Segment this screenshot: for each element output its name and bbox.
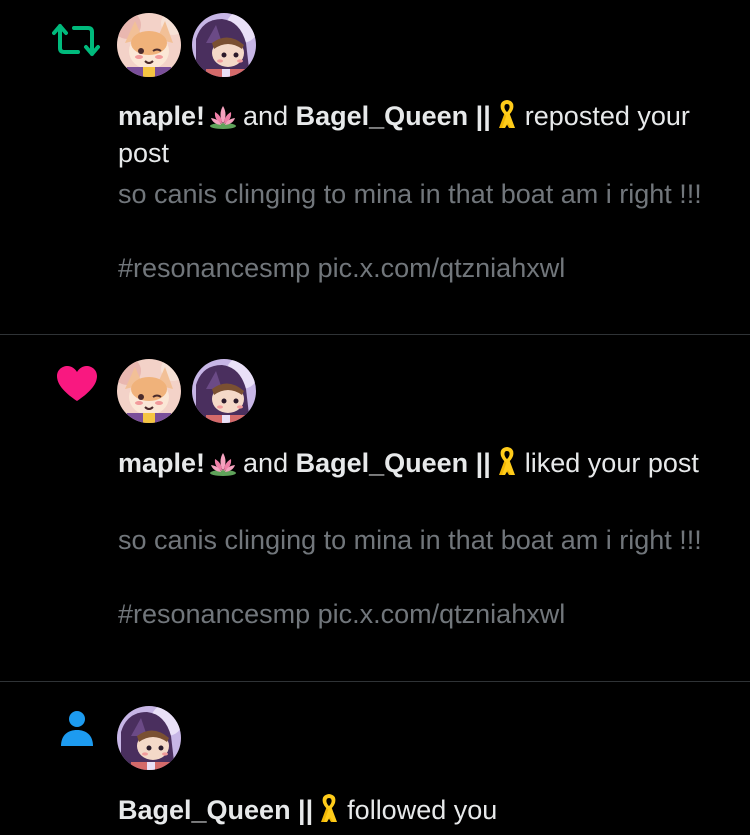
maple-avatar[interactable] xyxy=(117,13,181,77)
connector-text: and xyxy=(243,101,289,131)
maple-avatar[interactable] xyxy=(117,359,181,423)
repost-icon xyxy=(52,22,100,63)
ribbon-emoji xyxy=(321,794,338,822)
user-name-maple[interactable]: maple! xyxy=(118,101,205,131)
user-name-bagel-queen[interactable]: Bagel_Queen || xyxy=(296,101,491,131)
notification-follow[interactable]: Bagel_Queen || followed you xyxy=(0,682,750,835)
action-text: liked your post xyxy=(524,448,699,478)
ribbon-emoji xyxy=(498,447,515,475)
notification-headline: Bagel_Queen || followed you xyxy=(118,792,718,829)
notification-headline: maple! and Bagel_Queen || liked your post xyxy=(118,445,718,482)
notification-headline: maple! and Bagel_Queen || reposted your po… xyxy=(118,98,718,172)
lotus-emoji xyxy=(210,106,237,129)
notification-repost[interactable]: maple! and Bagel_Queen || reposted your po… xyxy=(0,0,750,334)
user-name-bagel-queen[interactable]: Bagel_Queen || xyxy=(118,795,313,825)
action-text: followed you xyxy=(347,795,498,825)
bagel-queen-avatar[interactable] xyxy=(192,13,256,77)
bagel-queen-avatar[interactable] xyxy=(117,706,181,770)
post-preview-text[interactable]: so canis clinging to mina in that boat a… xyxy=(118,176,718,287)
lotus-emoji xyxy=(210,453,237,476)
person-icon xyxy=(60,710,94,751)
bagel-queen-avatar[interactable] xyxy=(192,359,256,423)
post-preview-text[interactable]: so canis clinging to mina in that boat a… xyxy=(118,522,718,633)
ribbon-emoji xyxy=(498,100,515,128)
connector-text: and xyxy=(243,448,289,478)
user-name-bagel-queen[interactable]: Bagel_Queen || xyxy=(296,448,491,478)
user-name-maple[interactable]: maple! xyxy=(118,448,205,478)
notification-like[interactable]: maple! and Bagel_Queen || liked your post … xyxy=(0,335,750,681)
heart-icon xyxy=(56,365,98,408)
